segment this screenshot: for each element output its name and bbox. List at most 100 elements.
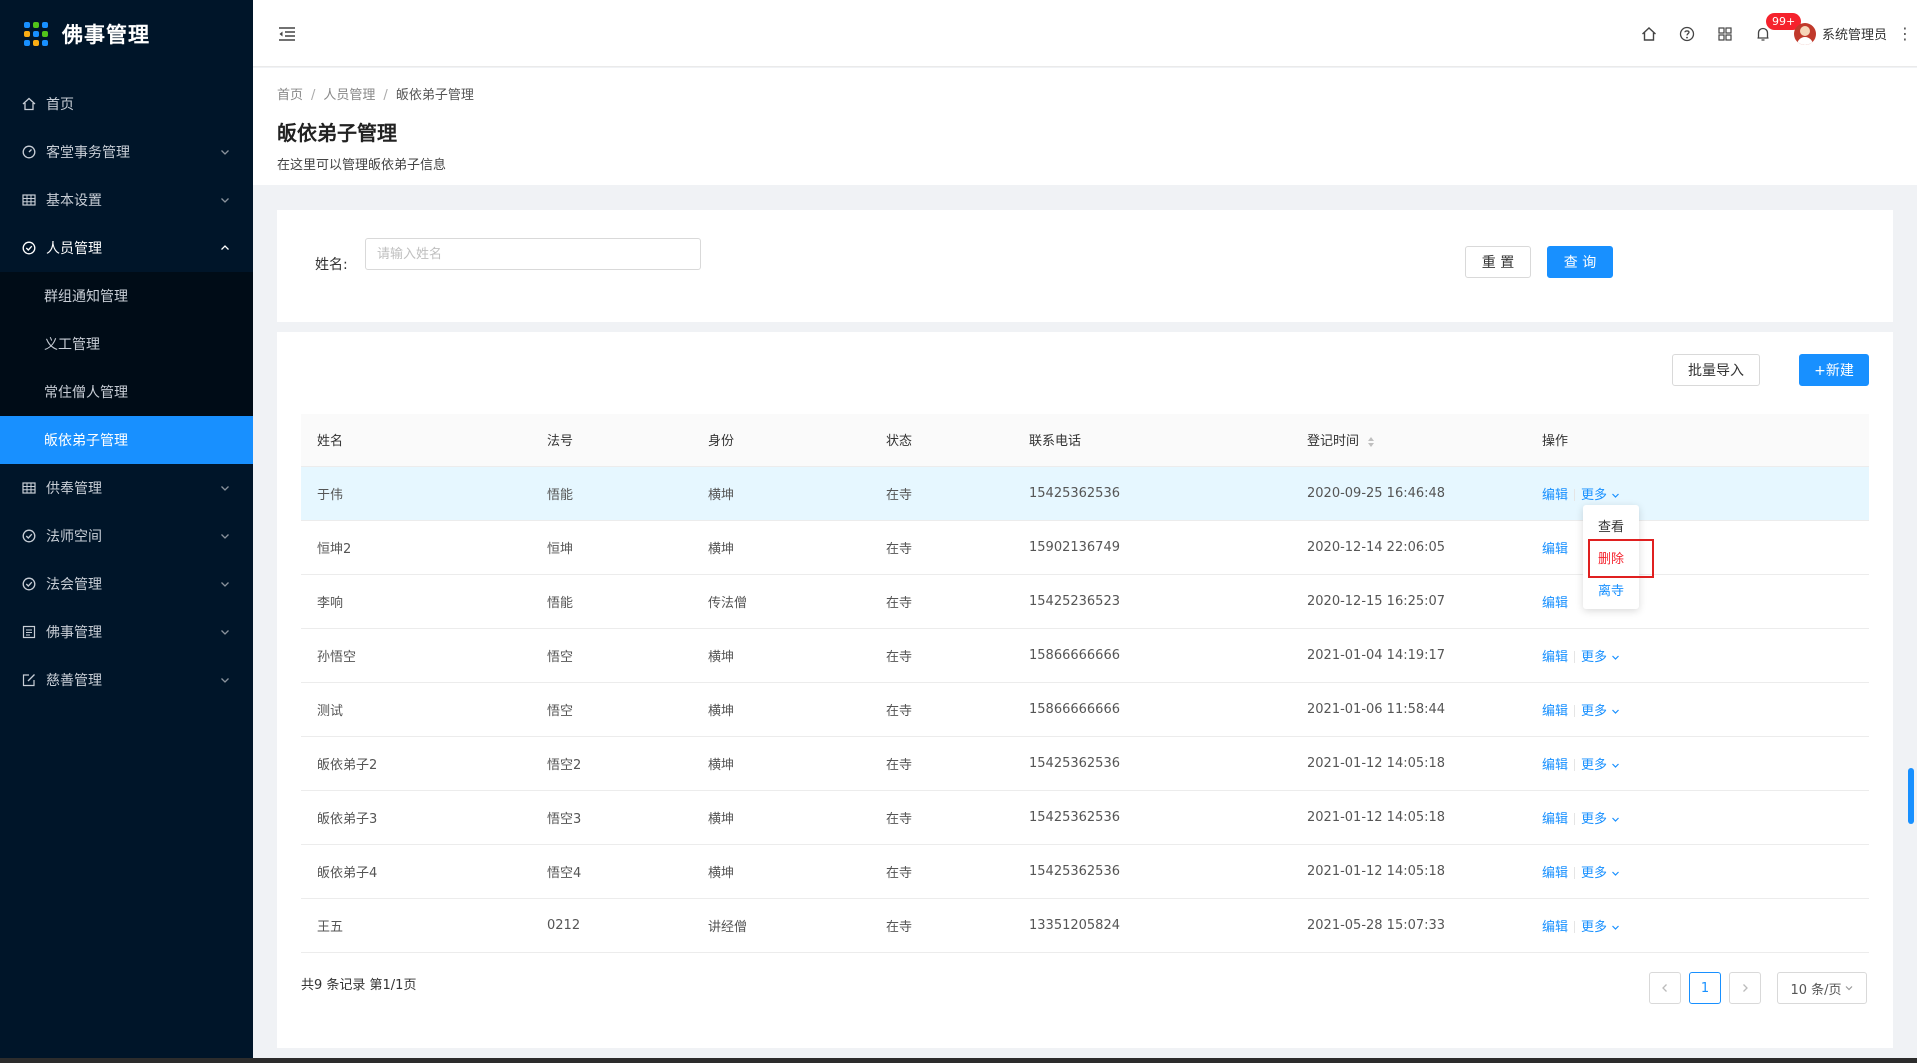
cell-phone: 15902136749 <box>1013 520 1291 575</box>
check-circle-icon <box>22 577 36 591</box>
chevron-down-icon <box>221 486 229 491</box>
breadcrumb-item-current: 皈依弟子管理 <box>395 88 474 103</box>
sort-icon[interactable] <box>1367 436 1375 448</box>
more-dropdown-trigger[interactable]: 更多 <box>1581 920 1620 935</box>
more-label: 更多 <box>1581 487 1608 503</box>
edit-link[interactable]: 编辑 <box>1542 488 1568 503</box>
name-search-input[interactable] <box>365 238 701 270</box>
chevron-down-icon <box>1612 763 1619 768</box>
more-vertical-icon[interactable]: ⋮ <box>1893 24 1917 43</box>
more-dropdown-trigger[interactable]: 更多 <box>1581 866 1620 881</box>
table-row[interactable]: 测试 悟空 横坤 在寺 15866666666 2021-01-06 11:58:44 编辑… <box>301 682 1869 737</box>
cell-name: 李响 <box>301 574 531 629</box>
page-header: 首页 / 人员管理 / 皈依弟子管理 皈依弟子管理 在这里可以管理皈依弟子信息 <box>253 68 1917 185</box>
breadcrumb-item-personnel[interactable]: 人员管理 <box>323 88 375 103</box>
batch-import-button[interactable]: 批量导入 <box>1672 354 1760 386</box>
more-label: 更多 <box>1581 865 1608 881</box>
query-button[interactable]: 查 询 <box>1547 246 1613 278</box>
cell-register-time: 2020-09-25 16:46:48 <box>1291 466 1526 521</box>
edit-link[interactable]: 编辑 <box>1542 542 1568 557</box>
leave-temple-menu-item[interactable]: 离寺 <box>1583 573 1639 605</box>
divider <box>1574 867 1576 879</box>
sidebar-subitem-resident-monk[interactable]: 常住僧人管理 <box>0 368 253 416</box>
app-title: 佛事管理 <box>62 23 150 47</box>
sidebar-item-basic-settings[interactable]: 基本设置 <box>0 176 253 224</box>
scrollbar-thumb[interactable] <box>1908 768 1914 824</box>
divider <box>1574 759 1576 771</box>
sidebar-item-reception[interactable]: 客堂事务管理 <box>0 128 253 176</box>
more-actions-dropdown: 查看 删除 离寺 <box>1583 505 1639 609</box>
cell-identity: 横坤 <box>692 628 870 683</box>
edit-link[interactable]: 编辑 <box>1542 866 1568 881</box>
sidebar-item-master-space[interactable]: 法师空间 <box>0 512 253 560</box>
cell-dharma-name: 悟能 <box>531 466 692 521</box>
cell-identity: 横坤 <box>692 520 870 575</box>
view-menu-item[interactable]: 查看 <box>1583 509 1639 541</box>
more-dropdown-trigger[interactable]: 更多 <box>1581 650 1620 665</box>
cell-register-time: 2020-12-14 22:06:05 <box>1291 520 1526 575</box>
notification-button[interactable]: 99+ <box>1744 0 1802 67</box>
edit-link[interactable]: 编辑 <box>1542 812 1568 827</box>
reset-button[interactable]: 重 置 <box>1465 246 1531 278</box>
cell-dharma-name: 悟空 <box>531 682 692 737</box>
cell-phone: 15866666666 <box>1013 682 1291 737</box>
cell-phone: 15425236523 <box>1013 574 1291 629</box>
column-header-register-time[interactable]: 登记时间 <box>1291 414 1526 467</box>
cell-status: 在寺 <box>870 682 1013 737</box>
edit-link[interactable]: 编辑 <box>1542 758 1568 773</box>
column-header-label: 登记时间 <box>1307 434 1360 450</box>
sidebar-subitem-group-notice[interactable]: 群组通知管理 <box>0 272 253 320</box>
more-dropdown-trigger[interactable]: 更多 <box>1581 488 1620 503</box>
sidebar-item-home[interactable]: 首页 <box>0 80 253 128</box>
cell-phone: 15425362536 <box>1013 844 1291 899</box>
more-dropdown-trigger[interactable]: 更多 <box>1581 704 1620 719</box>
cell-status: 在寺 <box>870 790 1013 845</box>
sidebar-item-offering[interactable]: 供奉管理 <box>0 464 253 512</box>
more-label: 更多 <box>1581 919 1608 935</box>
sidebar-subitem-disciple[interactable]: 皈依弟子管理 <box>0 416 253 464</box>
cell-actions: 编辑 <box>1526 520 1869 575</box>
menu-fold-icon[interactable] <box>277 24 297 44</box>
table-row[interactable]: 王五 0212 讲经僧 在寺 13351205824 2021-05-28 15:07:3… <box>301 898 1869 953</box>
chevron-down-icon <box>221 534 229 539</box>
table-row[interactable]: 孙悟空 悟空 横坤 在寺 15866666666 2021-01-04 14:19:17 编… <box>301 628 1869 683</box>
help-button[interactable] <box>1668 0 1706 67</box>
new-button[interactable]: +新建 <box>1799 354 1869 386</box>
more-dropdown-trigger[interactable]: 更多 <box>1581 758 1620 773</box>
divider <box>1574 921 1576 933</box>
chevron-down-icon <box>1612 871 1619 876</box>
sidebar-item-dharma-assembly[interactable]: 法会管理 <box>0 560 253 608</box>
apps-button[interactable] <box>1706 0 1744 67</box>
sidebar-item-charity[interactable]: 慈善管理 <box>0 656 253 704</box>
edit-link[interactable]: 编辑 <box>1542 704 1568 719</box>
prev-page-button[interactable] <box>1649 972 1681 1004</box>
breadcrumb: 首页 / 人员管理 / 皈依弟子管理 <box>277 84 1893 103</box>
table-card: 批量导入 +新建 姓名 法号 身份 状态 联系电话 登记时间 操作 于伟 悟能 横坤… <box>277 332 1893 1048</box>
cell-identity: 横坤 <box>692 736 870 791</box>
home-button[interactable] <box>1630 0 1668 67</box>
edit-link[interactable]: 编辑 <box>1542 596 1568 611</box>
more-label: 更多 <box>1581 649 1608 665</box>
next-page-button[interactable] <box>1729 972 1761 1004</box>
delete-menu-item[interactable]: 删除 <box>1583 541 1639 573</box>
page-number-button[interactable]: 1 <box>1689 972 1721 1004</box>
edit-link[interactable]: 编辑 <box>1542 920 1568 935</box>
more-dropdown-trigger[interactable]: 更多 <box>1581 812 1620 827</box>
breadcrumb-item-home[interactable]: 首页 <box>277 88 303 103</box>
sidebar-item-personnel[interactable]: 人员管理 <box>0 224 253 272</box>
more-label: 更多 <box>1581 811 1608 827</box>
sidebar-item-buddhist-affairs[interactable]: 佛事管理 <box>0 608 253 656</box>
table-row[interactable]: 皈依弟子2 悟空2 横坤 在寺 15425362536 2021-01-12 14:05:… <box>301 736 1869 791</box>
edit-link[interactable]: 编辑 <box>1542 650 1568 665</box>
cell-dharma-name: 悟空3 <box>531 790 692 845</box>
table-row[interactable]: 皈依弟子4 悟空4 横坤 在寺 15425362536 2021-01-12 14:05:… <box>301 844 1869 899</box>
sidebar-subitem-volunteer[interactable]: 义工管理 <box>0 320 253 368</box>
chevron-left-icon <box>1662 984 1667 992</box>
page-size-select[interactable]: 10 条/页 <box>1777 972 1867 1004</box>
logo[interactable]: 佛事管理 <box>0 0 253 68</box>
table-row[interactable]: 皈依弟子3 悟空3 横坤 在寺 15425362536 2021-01-12 14:05:… <box>301 790 1869 845</box>
divider <box>1574 489 1576 501</box>
sidebar-item-label: 义工管理 <box>44 337 100 353</box>
cell-status: 在寺 <box>870 898 1013 953</box>
user-menu[interactable]: 系统管理员 <box>1793 22 1887 45</box>
